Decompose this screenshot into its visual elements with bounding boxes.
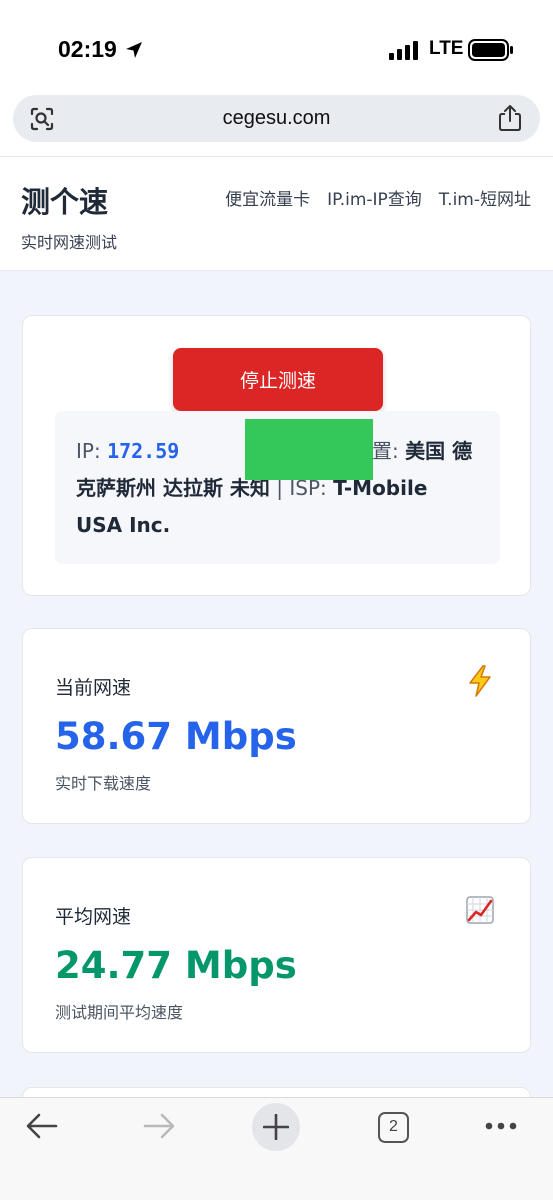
nav-link-ip-lookup[interactable]: IP.im-IP查询: [327, 185, 422, 210]
back-arrow-icon[interactable]: [25, 1112, 59, 1140]
location-arrow-icon: [126, 42, 142, 58]
site-subtitle: 实时网速测试: [21, 233, 118, 252]
cellular-signal-icon: [389, 41, 418, 60]
ip-value: 172.59: [107, 439, 180, 463]
average-speed-caption: 测试期间平均速度: [55, 1003, 184, 1022]
url-text[interactable]: cegesu.com: [13, 107, 540, 130]
status-bar: 02:19 LTE: [0, 0, 553, 90]
site-nav: 便宜流量卡 IP.im-IP查询 T.im-短网址: [225, 185, 531, 210]
browser-toolbar: 2: [0, 1097, 553, 1200]
network-type: LTE: [429, 38, 464, 59]
status-time: 02:19: [58, 36, 117, 62]
current-speed-caption: 实时下载速度: [55, 774, 152, 793]
site-header: 测个速 实时网速测试 便宜流量卡 IP.im-IP查询 T.im-短网址: [0, 156, 553, 271]
nav-link-short-url[interactable]: T.im-短网址: [439, 185, 531, 210]
new-tab-button[interactable]: [252, 1103, 300, 1151]
stop-test-button[interactable]: 停止测速: [173, 348, 383, 411]
more-options-icon[interactable]: [484, 1121, 518, 1131]
ip-info-box: IP: 172.59 地理位置: 美国 德克萨斯州 达拉斯 未知 | ISP: …: [55, 411, 500, 564]
browser-url-area: cegesu.com: [0, 90, 553, 156]
average-speed-label: 平均网速: [55, 906, 132, 928]
ip-label: IP:: [76, 439, 101, 463]
chart-increasing-icon: [466, 896, 494, 924]
share-icon[interactable]: [498, 104, 522, 132]
plus-icon: [263, 1114, 289, 1140]
average-speed-card: 平均网速 24.77 Mbps 测试期间平均速度: [22, 857, 531, 1053]
redaction-block: [245, 419, 373, 480]
forward-arrow-icon[interactable]: [142, 1112, 176, 1140]
site-title[interactable]: 测个速: [21, 179, 108, 221]
address-bar[interactable]: cegesu.com: [13, 95, 540, 142]
current-speed-value: 58.67 Mbps: [55, 715, 297, 758]
nav-link-cheap-sim[interactable]: 便宜流量卡: [225, 185, 310, 210]
lightning-icon: [469, 665, 491, 697]
current-speed-label: 当前网速: [55, 677, 132, 699]
speedtest-control-card: 停止测速 IP: 172.59 地理位置: 美国 德克萨斯州 达拉斯 未知 | …: [22, 315, 531, 596]
tab-count-button[interactable]: 2: [378, 1112, 409, 1143]
current-speed-card: 当前网速 58.67 Mbps 实时下载速度: [22, 628, 531, 824]
battery-icon: [468, 39, 513, 61]
average-speed-value: 24.77 Mbps: [55, 944, 297, 987]
